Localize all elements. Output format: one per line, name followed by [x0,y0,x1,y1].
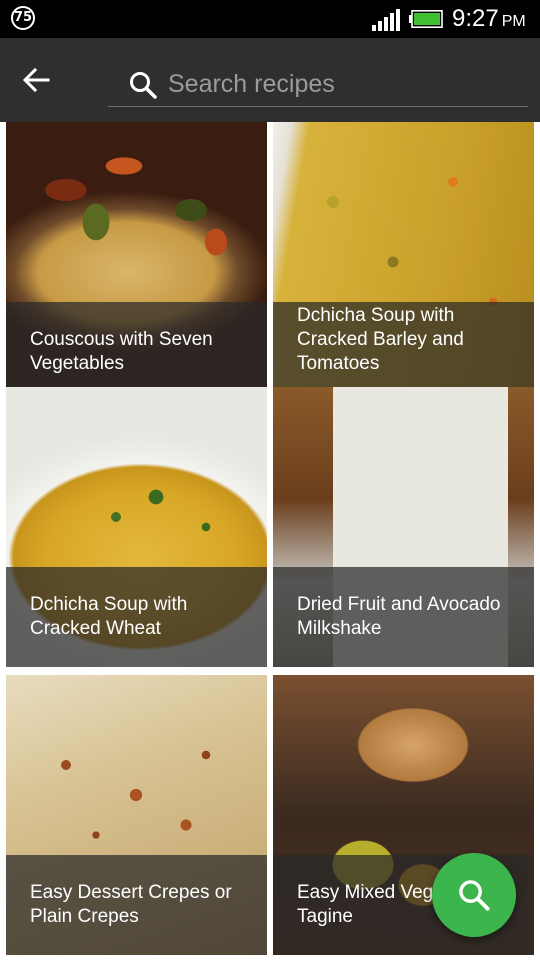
recipe-card[interactable]: Dried Fruit and Avocado Milkshake [273,387,534,667]
search-box[interactable] [108,62,528,107]
recipe-title: Easy Dessert Crepes or Plain Crepes [30,882,232,927]
back-arrow-icon [22,67,50,93]
recipe-title: Dchicha Soup with Cracked Barley and Tom… [297,305,464,374]
recipe-card[interactable]: Dchicha Soup with Cracked Barley and Tom… [273,122,534,402]
search-input[interactable] [166,64,520,104]
clock-time: 9:27 [452,5,499,32]
notification-badge: 75 [11,6,35,30]
status-bar: 75 9:27 PM [0,0,540,38]
recipe-caption: Dchicha Soup with Cracked Wheat [6,567,267,667]
recipe-title: Dried Fruit and Avocado Milkshake [297,594,501,639]
recipe-grid: Couscous with Seven Vegetables Dchicha S… [0,122,540,960]
recipe-caption: Easy Dessert Crepes or Plain Crepes [6,855,267,955]
recipe-title: Couscous with Seven Vegetables [30,329,213,374]
app-bar [0,38,540,122]
signal-bars-icon [372,9,400,31]
clock-ampm: PM [501,13,526,30]
battery-icon [409,10,443,28]
recipe-caption: Dried Fruit and Avocado Milkshake [273,567,534,667]
search-icon [130,72,157,99]
back-button[interactable] [14,58,58,102]
search-fab-button[interactable] [432,853,516,937]
clock: 9:27 PM [452,5,526,36]
search-icon [459,880,490,911]
recipe-card[interactable]: Dchicha Soup with Cracked Wheat [6,387,267,667]
recipe-card[interactable]: Easy Dessert Crepes or Plain Crepes [6,675,267,955]
recipe-card[interactable]: Couscous with Seven Vegetables [6,122,267,402]
recipe-title: Dchicha Soup with Cracked Wheat [30,594,188,639]
